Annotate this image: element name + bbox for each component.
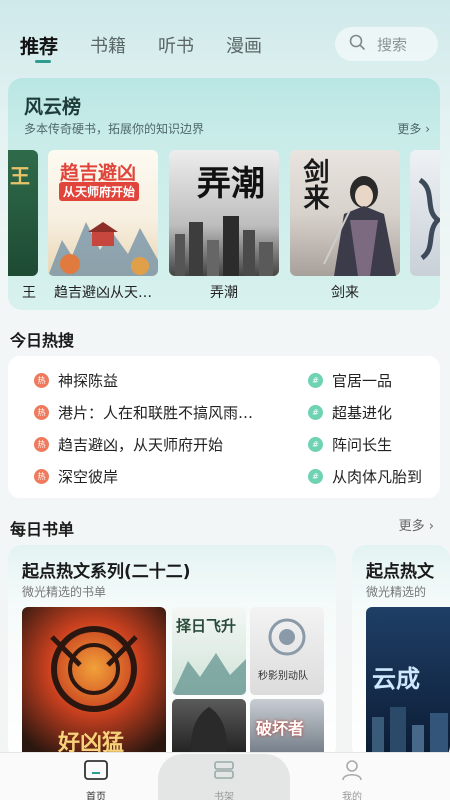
nav-home[interactable]: 首页	[71, 758, 121, 800]
daily-list-more-link[interactable]: 更多 ›	[399, 515, 434, 534]
ranking-card: 风云榜 多本传奇硬书，拓展你的知识边界 更多 › 王 王 趋吉避凶 从天师府开始	[8, 78, 440, 310]
book-title: 剑来	[331, 285, 359, 301]
hot-search-item[interactable]: # 官居一品	[308, 370, 392, 391]
tab-books[interactable]: 书籍	[90, 32, 126, 58]
hot-badge-icon: 热	[34, 469, 49, 484]
hot-badge-icon: 热	[34, 437, 49, 452]
hot-search-card: 热 神探陈益 热 港片：人在和联胜不搞风雨… 热 趋吉避凶，从天师府开始 热 深…	[8, 356, 440, 498]
search-icon	[349, 34, 365, 54]
book-cover: 剑来	[290, 150, 400, 276]
hot-search-item[interactable]: 热 深空彼岸	[34, 466, 118, 487]
nav-bookshelf-label: 书架	[214, 792, 234, 800]
book-item[interactable]: 王 王	[8, 150, 38, 302]
book-list-subtitle: 微光精选的书单	[22, 585, 107, 599]
new-badge-icon: #	[308, 437, 323, 452]
book-cover: 王	[8, 150, 38, 276]
book-cover: 弄潮	[169, 150, 279, 276]
book-cover: 云成	[366, 607, 450, 760]
hot-search-item[interactable]: 热 神探陈益	[34, 370, 118, 391]
nav-profile-label: 我的	[342, 792, 362, 800]
tab-recommend[interactable]: 推荐	[20, 32, 58, 59]
top-tab-bar: 推荐 书籍 听书 漫画 搜索	[0, 0, 450, 78]
home-icon	[83, 760, 109, 786]
book-cover: 趋吉避凶 从天师府开始	[48, 150, 158, 276]
nav-bookshelf[interactable]: 书架	[199, 758, 249, 800]
hot-search-item[interactable]: 热 趋吉避凶，从天师府开始	[34, 434, 223, 455]
book-title: 王	[22, 285, 36, 301]
book-list-title: 起点热文系列(二十二)	[22, 562, 191, 582]
new-badge-icon: #	[308, 373, 323, 388]
book-cover	[410, 150, 440, 276]
daily-list-title: 每日书单	[10, 520, 75, 539]
search-box[interactable]: 搜索	[335, 27, 438, 61]
ranking-more-link[interactable]: 更多 ›	[397, 120, 430, 137]
book-title: 趋吉避凶从天…	[54, 285, 152, 301]
book-item[interactable]	[410, 150, 440, 276]
book-cover: 秒影别动队	[250, 607, 324, 695]
search-label: 搜索	[377, 35, 408, 54]
hot-badge-icon: 热	[34, 405, 49, 420]
book-list-title: 起点热文	[366, 562, 434, 582]
book-list-subtitle: 微光精选的	[366, 585, 427, 599]
ranking-subtitle: 多本传奇硬书，拓展你的知识边界	[24, 122, 205, 136]
book-item[interactable]: 弄潮 弄潮	[169, 150, 279, 302]
nav-profile[interactable]: 我的	[327, 758, 377, 800]
bookshelf-icon	[211, 761, 237, 786]
hot-search-item[interactable]: # 阵问长生	[308, 434, 392, 455]
book-cover: 择日飞升	[172, 607, 246, 695]
book-cover	[172, 699, 246, 760]
ranking-book-list: 王 王 趋吉避凶 从天师府开始 趋吉避凶从天… 弄潮 弄潮 剑来 剑来	[8, 150, 440, 310]
tab-audiobooks[interactable]: 听书	[158, 32, 194, 58]
active-tab-indicator	[35, 60, 51, 63]
book-title: 弄潮	[210, 285, 238, 301]
book-list-card[interactable]: 起点热文系列(二十二) 微光精选的书单 好凶猛 择日飞升 秒影别动队 破坏者	[8, 545, 336, 760]
book-item[interactable]: 趋吉避凶 从天师府开始 趋吉避凶从天…	[48, 150, 158, 302]
hot-search-item[interactable]: # 超基进化	[308, 402, 392, 423]
hot-search-item[interactable]: # 从肉体凡胎到	[308, 466, 438, 487]
book-list-card[interactable]: 起点热文 微光精选的 云成	[352, 545, 450, 760]
book-cover: 破坏者	[250, 699, 324, 760]
hot-badge-icon: 热	[34, 373, 49, 388]
ranking-title: 风云榜	[24, 96, 82, 118]
book-item[interactable]: 剑来 剑来	[290, 150, 400, 302]
new-badge-icon: #	[308, 469, 323, 484]
nav-home-label: 首页	[86, 792, 106, 800]
hot-search-title: 今日热搜	[10, 331, 75, 350]
new-badge-icon: #	[308, 405, 323, 420]
profile-icon	[339, 760, 365, 786]
tab-comics[interactable]: 漫画	[226, 32, 262, 58]
book-cover: 好凶猛	[22, 607, 166, 760]
hot-search-item[interactable]: 热 港片：人在和联胜不搞风雨…	[34, 402, 253, 423]
